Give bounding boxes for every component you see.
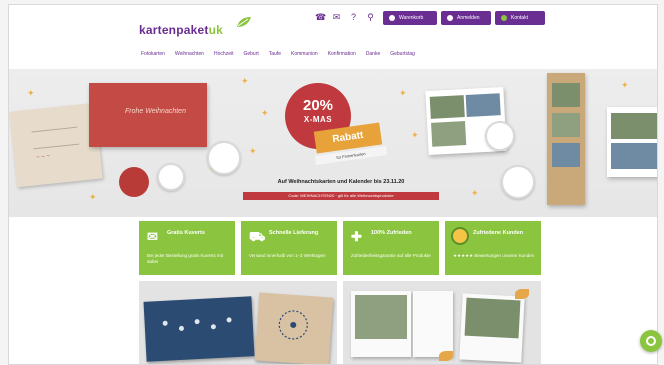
- nav-item-fotokarten[interactable]: Fotokarten: [141, 51, 165, 57]
- red-christmas-card: Frohe Weihnachten: [89, 83, 207, 147]
- cart-button[interactable]: Warenkorb: [383, 11, 437, 25]
- red-card-seal: [119, 167, 149, 197]
- chat-icon: [501, 15, 507, 21]
- user-icon: [447, 15, 453, 21]
- card-seal: [501, 165, 535, 199]
- star-icon: ✦: [621, 80, 629, 90]
- tile-desc: ★★★★★ Bewertungen unserer Kunden: [453, 253, 535, 258]
- card-script-text: Frohe Weihnachten: [125, 108, 186, 115]
- nav-item-konfirmation[interactable]: Konfirmation: [328, 51, 356, 57]
- contact-button[interactable]: Kontakt: [495, 11, 545, 25]
- navy-card-preview: [143, 296, 255, 362]
- ornament-icon: [226, 317, 232, 323]
- photo-thumb: [552, 143, 580, 167]
- star-icon: ✦: [241, 76, 249, 86]
- tile-title: Schnelle Lieferung: [269, 230, 319, 236]
- truck-icon: ⛟: [249, 229, 266, 244]
- main-navigation: Fotokarten Weihnachten Hochzeit Geburt T…: [141, 51, 415, 57]
- tile-desc: Versand innerhalb von 1–3 Werktagen: [249, 253, 326, 258]
- star-icon: ✦: [399, 88, 407, 98]
- nav-item-geburtstag[interactable]: Geburtstag: [390, 51, 415, 57]
- star-icon: ✦: [249, 146, 257, 156]
- feature-tile-kuverts[interactable]: ✉ Gratis Kuverts Bei jeder Bestellung gr…: [139, 221, 235, 275]
- promo-code-bar: Code: WEIHNACHTEN20 · gilt für alle Weih…: [243, 192, 439, 200]
- browser-page: kartenpaketuk ☎ ✉ ? ⚲ Warenkorb Anmelden…: [8, 4, 658, 365]
- nav-item-geburt[interactable]: Geburt: [243, 51, 258, 57]
- leaf-decoration: [439, 351, 453, 361]
- xmas-promo-banner[interactable]: ✦ ✦ ✦ ✦ ✦ ✦ ✦ ✦ ✦ ✦ ~ ~ ~ Frohe Weihnach…: [9, 69, 657, 217]
- login-button[interactable]: Anmelden: [441, 11, 491, 25]
- photo-thumb: [611, 143, 657, 169]
- logo-main-text: kartenpaket: [139, 23, 209, 37]
- cart-icon: [389, 15, 395, 21]
- photo-thumb: [464, 297, 521, 339]
- photo-thumb: [611, 113, 657, 139]
- promo-headline: Auf Weihnachtskarten und Kalender bis 23…: [277, 179, 405, 185]
- mail-icon[interactable]: ✉: [332, 13, 341, 22]
- site-logo[interactable]: kartenpaketuk: [139, 23, 223, 37]
- photo-card-preview: [459, 293, 525, 363]
- snowflake-icon: [278, 310, 308, 340]
- product-card-christmas[interactable]: [139, 281, 337, 364]
- phone-icon[interactable]: ☎: [315, 13, 326, 22]
- photo-thumb: [552, 113, 580, 137]
- card-seal: [485, 121, 515, 151]
- tile-title: Gratis Kuverts: [167, 230, 205, 236]
- ornament-icon: [178, 325, 185, 332]
- card-seal: [207, 141, 241, 175]
- photo-thumb: [431, 121, 467, 147]
- card-signature: ~ ~ ~: [35, 153, 51, 162]
- photo-thumb: [429, 95, 465, 119]
- star-icon: ✦: [261, 108, 269, 118]
- card-text-lines: [31, 126, 80, 150]
- card-seal: [157, 163, 185, 191]
- nav-item-hochzeit[interactable]: Hochzeit: [214, 51, 233, 57]
- kraft-card-preview: [254, 292, 334, 364]
- search-icon[interactable]: ⚲: [366, 13, 375, 22]
- logo-accent-text: uk: [208, 23, 223, 37]
- feature-tile-lieferung[interactable]: ⛟ Schnelle Lieferung Versand innerhalb v…: [241, 221, 337, 275]
- ornament-icon: [210, 324, 217, 330]
- trust-seal-icon: [451, 227, 469, 245]
- photo-thumb: [355, 295, 407, 339]
- star-icon: ✦: [411, 130, 419, 140]
- photo-card-preview: [607, 107, 657, 177]
- star-icon: ✦: [27, 88, 35, 98]
- tile-title: 100% Zufrieden: [371, 230, 412, 236]
- photo-thumb: [465, 93, 501, 117]
- header-actions: Warenkorb Anmelden Kontakt: [383, 11, 545, 25]
- photo-thumb: [552, 83, 580, 107]
- question-icon[interactable]: ?: [349, 13, 358, 22]
- cart-button-label: Warenkorb: [399, 15, 424, 21]
- calendar-preview: [413, 291, 453, 357]
- nav-item-danke[interactable]: Danke: [366, 51, 380, 57]
- feature-tile-zufrieden[interactable]: ✚ 100% Zufrieden Zufriedenheitsgarantie …: [343, 221, 439, 275]
- star-icon: ✦: [471, 188, 479, 198]
- nav-item-kommunion[interactable]: Kommunion: [291, 51, 318, 57]
- header-utility-icons: ☎ ✉ ? ⚲: [315, 13, 375, 22]
- discount-label: X-MAS: [303, 115, 333, 124]
- nav-item-weihnachten[interactable]: Weihnachten: [175, 51, 204, 57]
- ornament-icon: [162, 320, 168, 326]
- discount-percent: 20%: [302, 97, 334, 114]
- login-button-label: Anmelden: [457, 15, 480, 21]
- leaf-decoration: [515, 289, 529, 299]
- star-icon: ✦: [89, 192, 97, 202]
- envelope-icon: ✉: [147, 229, 158, 244]
- feature-tile-kunden[interactable]: Zufriedene Kunden ★★★★★ Bewertungen unse…: [445, 221, 541, 275]
- product-card-photo[interactable]: [343, 281, 541, 364]
- plus-icon: ✚: [351, 229, 362, 244]
- leaf-logo-icon: [237, 17, 251, 27]
- tile-title: Zufriedene Kunden: [473, 230, 524, 236]
- contact-button-label: Kontakt: [511, 15, 528, 21]
- tile-desc: Bei jeder Bestellung gratis Kuverts mit …: [147, 253, 224, 264]
- photo-strip-card: [547, 73, 585, 205]
- tile-desc: Zufriedenheitsgarantie auf alle Produkte: [351, 253, 431, 258]
- nav-item-taufe[interactable]: Taufe: [269, 51, 281, 57]
- ornament-icon: [194, 318, 200, 325]
- chat-widget-button[interactable]: [640, 330, 662, 352]
- photo-card-preview: [351, 291, 411, 357]
